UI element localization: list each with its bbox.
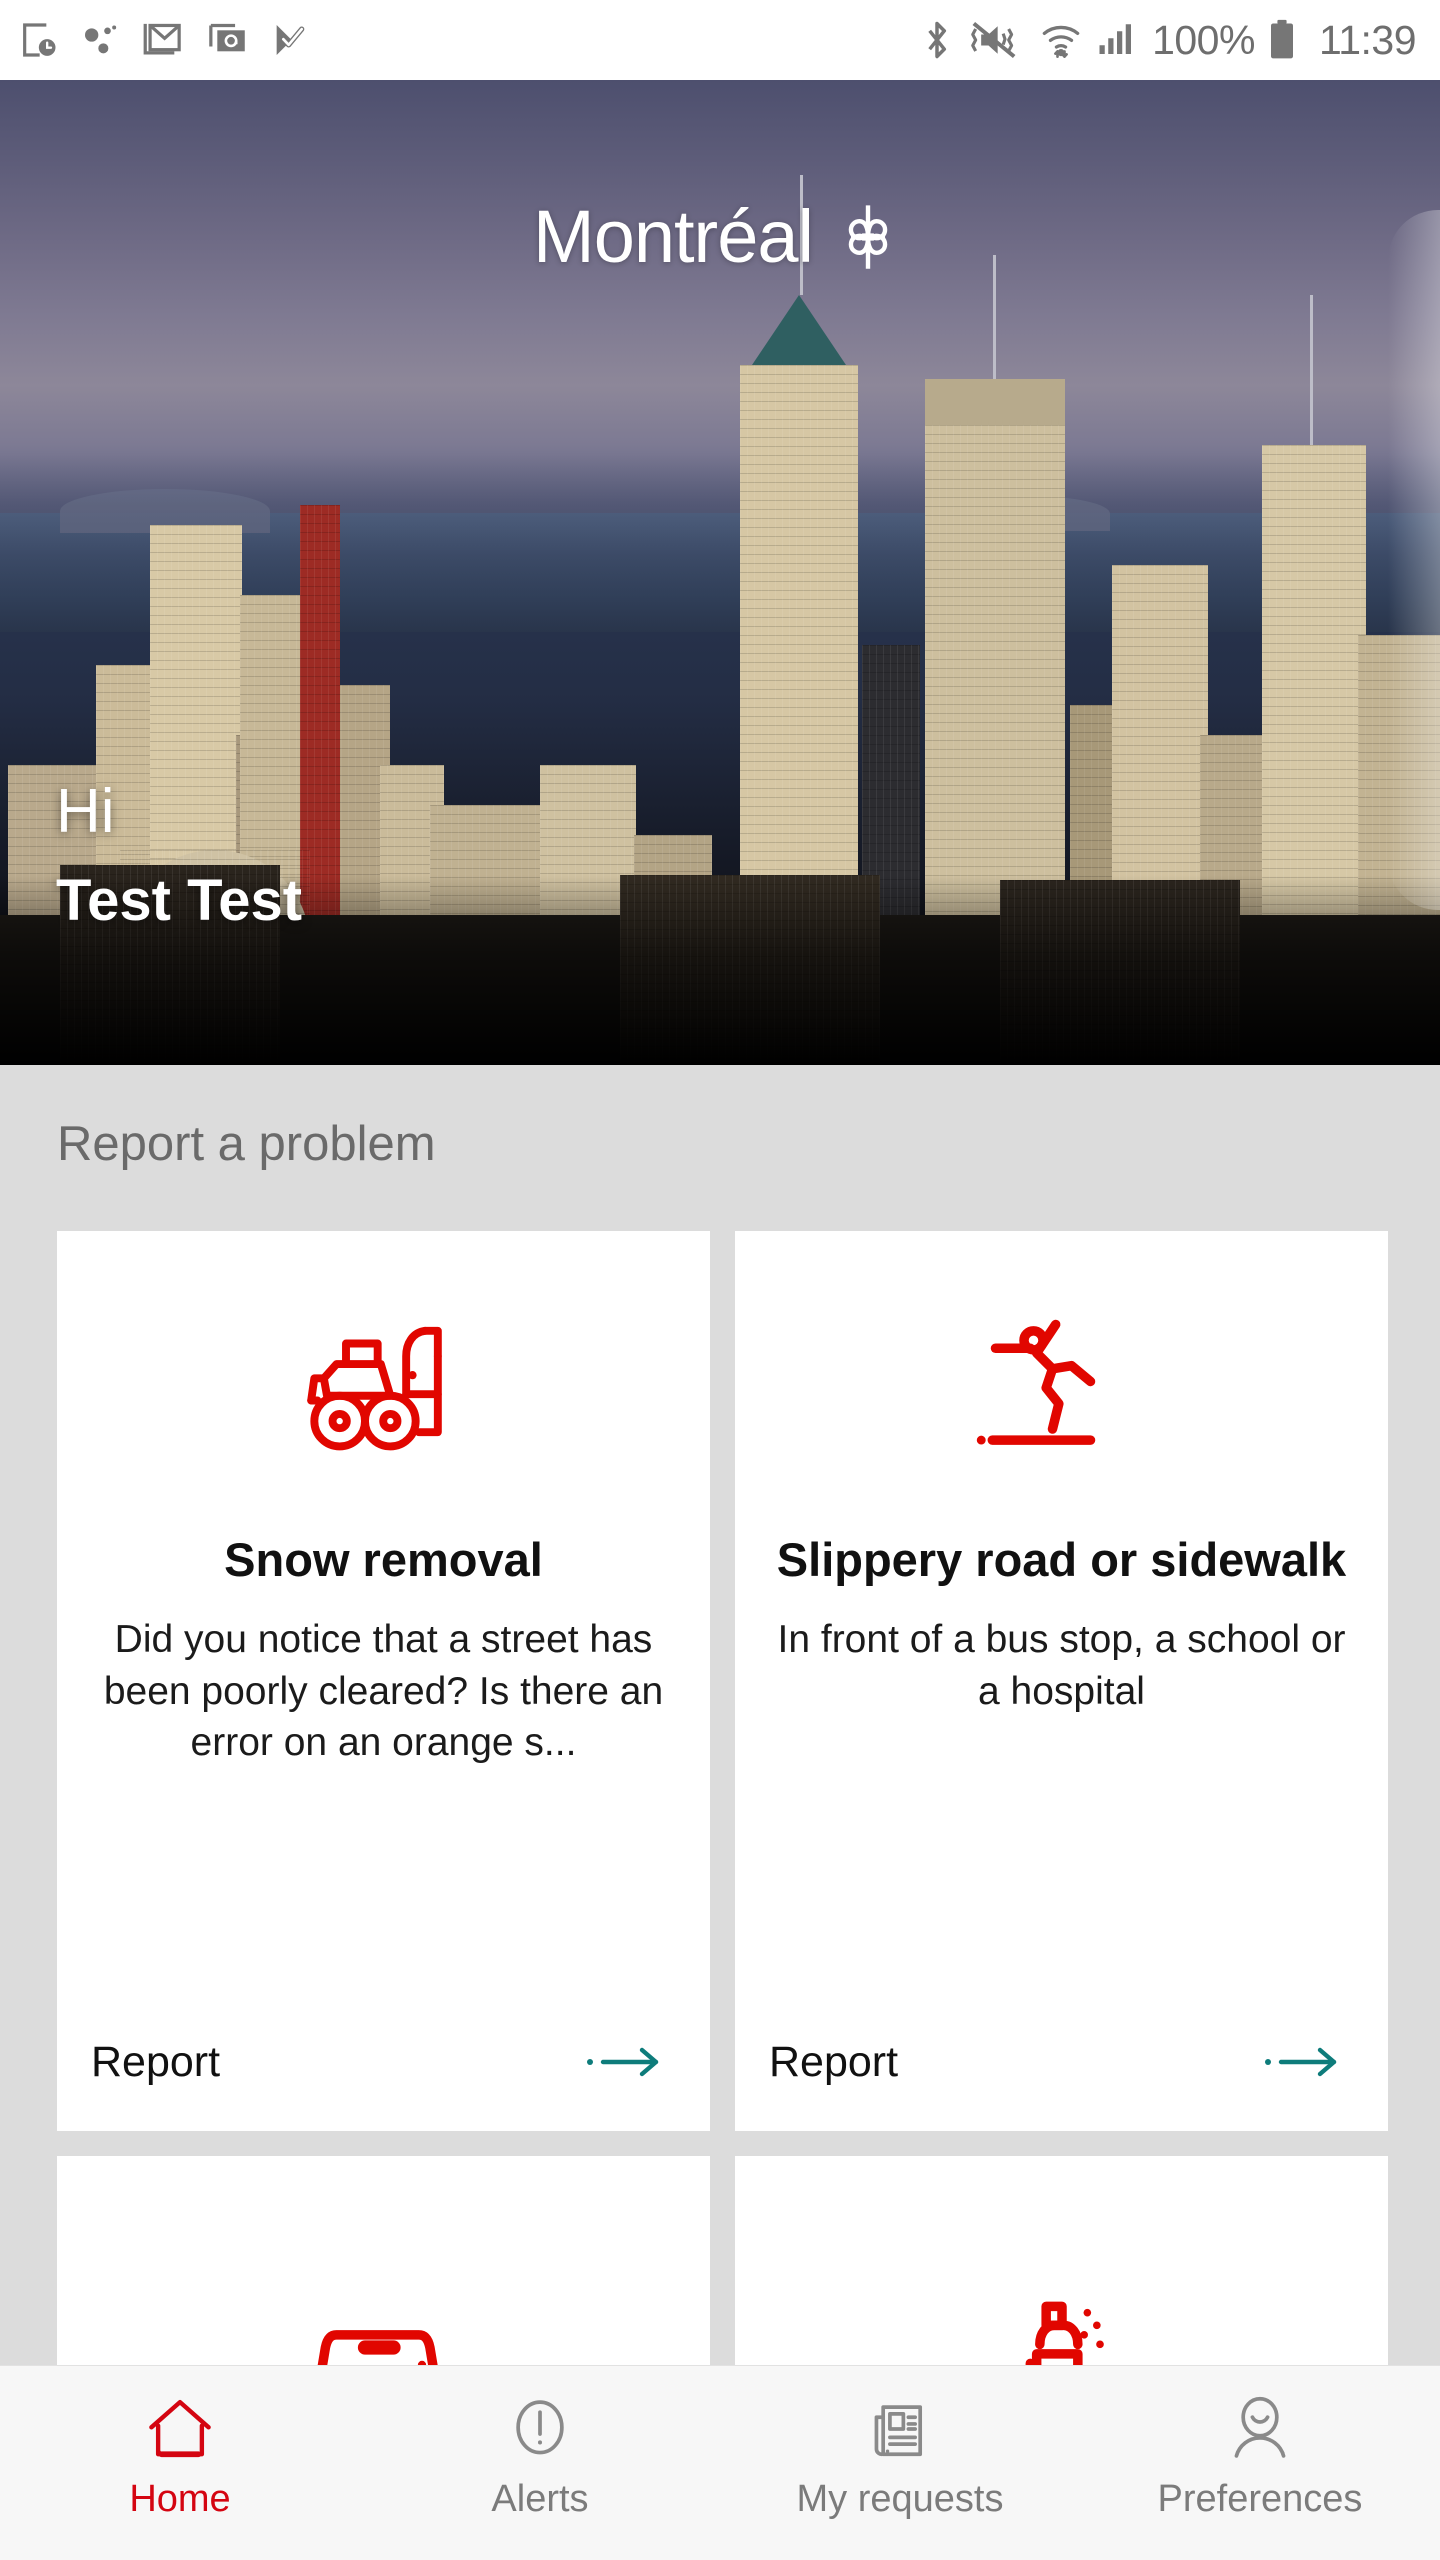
- status-bar-clock: 11:39: [1318, 16, 1417, 63]
- status-bar-left-icons: [18, 20, 310, 60]
- cellular-signal-icon: [1099, 24, 1132, 54]
- nav-item-my-requests[interactable]: My requests: [720, 2366, 1080, 2560]
- vehicle-icon: [317, 2329, 438, 2365]
- gmail-icon: [143, 23, 181, 55]
- wifi-icon: [1042, 25, 1080, 58]
- snowplow-tractor-icon: [306, 1326, 442, 1451]
- user-name: Test Test: [56, 868, 303, 934]
- card-description: In front of a bus stop, a school or a ho…: [777, 1618, 1346, 1713]
- arrow-dot: [1265, 2059, 1271, 2066]
- page-title: Report a problem: [57, 1117, 436, 1171]
- bluetooth-icon: [928, 21, 947, 59]
- nav-label-alerts: Alerts: [491, 2478, 589, 2520]
- spray-paint-can-icon: [1025, 2301, 1104, 2365]
- screen-time-icon: [23, 23, 56, 57]
- nav-item-preferences[interactable]: Preferences: [1080, 2366, 1440, 2560]
- hero-skyline: [0, 175, 1440, 1065]
- arrow-right-icon[interactable]: [600, 2045, 662, 2079]
- tasks-check-icon: [276, 25, 305, 55]
- nav-item-alerts[interactable]: Alerts: [360, 2366, 720, 2560]
- battery-icon: [1270, 19, 1293, 59]
- greeting-text: Hi: [56, 776, 115, 846]
- report-link-label[interactable]: Report: [91, 2038, 220, 2087]
- app-root: 100% 11:39 Montréal Hi Test Test Report …: [0, 0, 1440, 2560]
- card-icon-wrap: [765, 2156, 1358, 2365]
- status-bar: 100% 11:39: [0, 0, 1440, 80]
- card-footer[interactable]: Report: [87, 2038, 680, 2131]
- greeting-block: Hi Test Test: [56, 777, 302, 935]
- main-content: Report a problem Snow removal Did you no…: [0, 1065, 1440, 2365]
- report-card-vehicle[interactable]: [57, 2155, 710, 2365]
- card-title: Snow removal: [224, 1532, 543, 1586]
- brand-name: Montréal: [533, 195, 814, 278]
- status-bar-right-icons: 100% 11:39: [920, 16, 1417, 63]
- document-list-icon: [874, 2405, 923, 2457]
- report-arrow[interactable]: [1265, 2045, 1354, 2079]
- card-title: Slippery road or sidewalk: [776, 1532, 1347, 1586]
- report-card-snow-removal[interactable]: Snow removal Did you notice that a stree…: [57, 1230, 710, 2131]
- arrow-dot: [587, 2059, 593, 2066]
- nav-label-home: Home: [129, 2478, 231, 2520]
- person-icon: [1234, 2396, 1286, 2458]
- person-slipping-icon: [976, 1319, 1095, 1445]
- card-description: Did you notice that a street has been po…: [103, 1618, 664, 1765]
- report-arrow[interactable]: [587, 2045, 676, 2079]
- bottom-navigation: Home Alerts My requests Preferences: [0, 2365, 1440, 2560]
- brand-lockup: Montréal: [0, 198, 1440, 276]
- card-icon-wrap: [765, 1231, 1358, 1531]
- hero-banner: Montréal Hi Test Test: [0, 80, 1440, 1065]
- alert-exclamation-icon: [516, 2400, 564, 2455]
- nav-label-preferences: Preferences: [1157, 2478, 1363, 2520]
- nav-label-my-requests: My requests: [796, 2478, 1004, 2520]
- battery-percent-label: 100%: [1152, 16, 1255, 63]
- card-icon-wrap: [87, 2156, 680, 2365]
- report-card-graffiti[interactable]: [735, 2155, 1388, 2365]
- home-icon: [149, 2399, 211, 2458]
- report-link-label[interactable]: Report: [769, 2038, 898, 2087]
- nav-item-home[interactable]: Home: [0, 2366, 360, 2560]
- card-icon-wrap: [87, 1231, 680, 1531]
- report-card-slippery-road[interactable]: Slippery road or sidewalk In front of a …: [735, 1230, 1388, 2131]
- montreal-flower-logo: [848, 205, 888, 269]
- arrow-right-icon[interactable]: [1278, 2045, 1340, 2079]
- email-at-icon: [209, 23, 245, 52]
- card-footer[interactable]: Report: [765, 2038, 1358, 2131]
- report-card-grid: Snow removal Did you notice that a stree…: [0, 1174, 1440, 2365]
- google-assistant-icon: [85, 25, 117, 54]
- vibrate-mute-icon: [971, 21, 1016, 59]
